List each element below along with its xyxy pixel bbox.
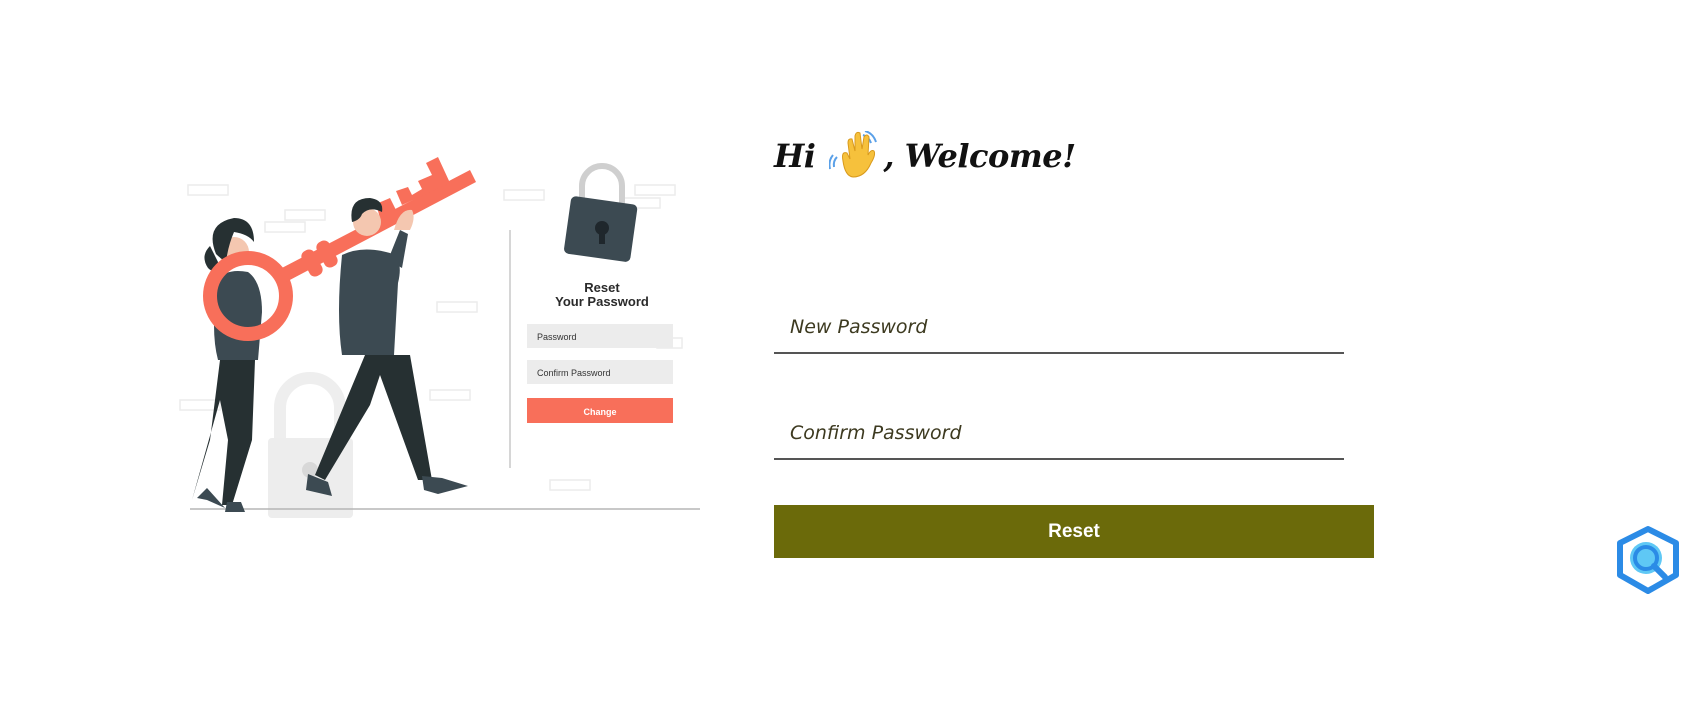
reset-password-illustration: Reset Your Password Password Confirm Pas…: [179, 157, 700, 518]
waving-hand-icon: [829, 131, 878, 178]
welcome-heading: Hi , Welcome!: [774, 128, 1076, 184]
confirm-password-field-wrapper: [774, 408, 1344, 460]
search-assistant-icon[interactable]: [1612, 525, 1684, 597]
mock-title-line2: Your Password: [555, 294, 649, 309]
new-password-field-wrapper: [774, 302, 1344, 354]
man-figure: [306, 198, 468, 496]
mock-lock-icon: [564, 163, 638, 262]
mock-password-label: Password: [537, 332, 577, 342]
confirm-password-input[interactable]: [774, 408, 1344, 458]
new-password-input[interactable]: [774, 302, 1344, 352]
mock-confirm-label: Confirm Password: [537, 368, 611, 378]
mock-change-label: Change: [583, 407, 616, 417]
reset-button[interactable]: Reset: [774, 505, 1374, 558]
mock-title-line1: Reset: [584, 280, 620, 295]
greeting-hi: Hi: [774, 137, 816, 175]
greeting-welcome: , Welcome!: [883, 137, 1076, 175]
